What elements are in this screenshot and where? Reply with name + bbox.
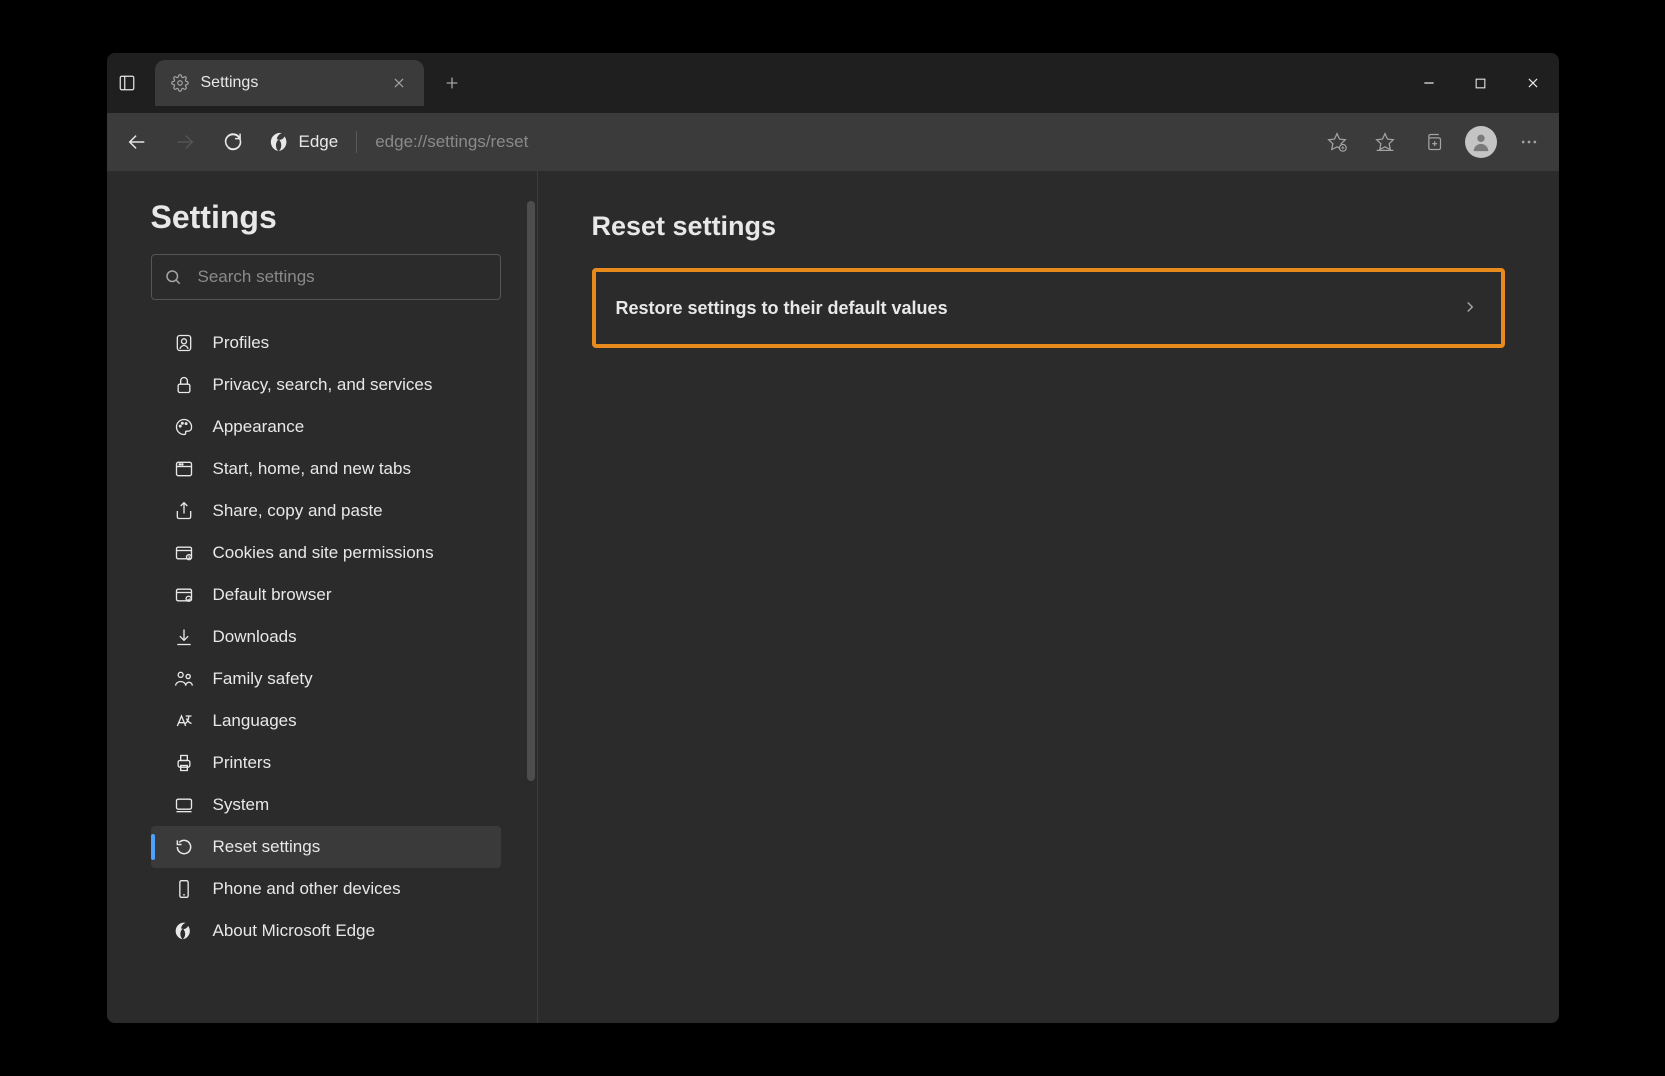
sidebar-item-label: Appearance — [213, 417, 305, 437]
sidebar-item-languages[interactable]: Languages — [151, 700, 501, 742]
chevron-right-icon — [1461, 298, 1481, 318]
tab-actions-menu-button[interactable] — [107, 63, 147, 103]
reset-icon — [173, 836, 195, 858]
refresh-button[interactable] — [211, 120, 255, 164]
search-icon — [164, 268, 182, 286]
sidebar-item-family-safety[interactable]: Family safety — [151, 658, 501, 700]
new-tab-button[interactable] — [432, 60, 472, 106]
window-minimize-button[interactable] — [1403, 63, 1455, 103]
sidebar-item-label: Start, home, and new tabs — [213, 459, 411, 479]
search-settings-input[interactable] — [196, 266, 488, 288]
settings-heading: Settings — [151, 199, 501, 236]
site-identity-label: Edge — [299, 132, 339, 152]
restore-settings-row[interactable]: Restore settings to their default values — [592, 268, 1505, 348]
sidebar-item-reset-settings[interactable]: Reset settings — [151, 826, 501, 868]
settings-main-panel: Reset settings Restore settings to their… — [538, 171, 1559, 1023]
sidebar-item-label: System — [213, 795, 270, 815]
edge-about-icon — [173, 920, 195, 942]
favorites-button[interactable] — [1363, 120, 1407, 164]
sidebar-item-share-copy-and-paste[interactable]: Share, copy and paste — [151, 490, 501, 532]
add-favorite-button[interactable] — [1315, 120, 1359, 164]
window-maximize-button[interactable] — [1455, 63, 1507, 103]
sidebar-item-system[interactable]: System — [151, 784, 501, 826]
address-bar[interactable]: Edge edge://settings/reset — [269, 122, 1301, 162]
address-url: edge://settings/reset — [375, 132, 528, 152]
sidebar-item-default-browser[interactable]: Default browser — [151, 574, 501, 616]
tab-close-button[interactable] — [390, 74, 408, 92]
more-menu-button[interactable] — [1507, 120, 1551, 164]
profile-button[interactable] — [1459, 120, 1503, 164]
sidebar-item-label: About Microsoft Edge — [213, 921, 376, 941]
address-separator — [356, 131, 357, 153]
back-button[interactable] — [115, 120, 159, 164]
sidebar-item-label: Printers — [213, 753, 272, 773]
sidebar-item-label: Reset settings — [213, 837, 321, 857]
titlebar: Settings — [107, 53, 1559, 113]
sidebar-item-appearance[interactable]: Appearance — [151, 406, 501, 448]
search-settings-field[interactable] — [151, 254, 501, 300]
printer-icon — [173, 752, 195, 774]
edge-logo-icon — [269, 131, 291, 153]
sidebar-item-label: Profiles — [213, 333, 270, 353]
settings-nav: Profiles Privacy, search, and services App… — [151, 322, 501, 952]
layout-icon — [173, 458, 195, 480]
sidebar-item-cookies-and-site-permissions[interactable]: Cookies and site permissions — [151, 532, 501, 574]
sidebar-item-label: Share, copy and paste — [213, 501, 383, 521]
sidebar-item-label: Languages — [213, 711, 297, 731]
tab-title: Settings — [201, 74, 259, 92]
share-icon — [173, 500, 195, 522]
sidebar-item-label: Cookies and site permissions — [213, 543, 434, 563]
scrollbar-thumb[interactable] — [527, 201, 535, 781]
sidebar-item-downloads[interactable]: Downloads — [151, 616, 501, 658]
sidebar-item-profiles[interactable]: Profiles — [151, 322, 501, 364]
system-icon — [173, 794, 195, 816]
sidebar-item-privacy-search-and-services[interactable]: Privacy, search, and services — [151, 364, 501, 406]
browser-tab[interactable]: Settings — [155, 60, 425, 106]
sidebar-item-start-home-and-new-tabs[interactable]: Start, home, and new tabs — [151, 448, 501, 490]
settings-sidebar: Settings Profiles Privacy, search, and se… — [107, 171, 537, 1023]
sidebar-item-about-microsoft-edge[interactable]: About Microsoft Edge — [151, 910, 501, 952]
phone-icon — [173, 878, 195, 900]
sidebar-scrollbar[interactable] — [523, 181, 537, 1013]
sidebar-item-printers[interactable]: Printers — [151, 742, 501, 784]
browser-icon — [173, 584, 195, 606]
download-icon — [173, 626, 195, 648]
sidebar-item-label: Family safety — [213, 669, 313, 689]
lock-icon — [173, 374, 195, 396]
sidebar-item-label: Default browser — [213, 585, 332, 605]
sidebar-item-label: Phone and other devices — [213, 879, 401, 899]
restore-settings-label: Restore settings to their default values — [616, 298, 948, 319]
sidebar-item-phone-and-other-devices[interactable]: Phone and other devices — [151, 868, 501, 910]
language-icon — [173, 710, 195, 732]
collections-button[interactable] — [1411, 120, 1455, 164]
profile-icon — [173, 332, 195, 354]
toolbar: Edge edge://settings/reset — [107, 113, 1559, 171]
forward-button[interactable] — [163, 120, 207, 164]
sidebar-item-label: Downloads — [213, 627, 297, 647]
palette-icon — [173, 416, 195, 438]
cookie-icon — [173, 542, 195, 564]
gear-icon — [171, 74, 189, 92]
family-icon — [173, 668, 195, 690]
section-heading: Reset settings — [592, 211, 1505, 242]
sidebar-item-label: Privacy, search, and services — [213, 375, 433, 395]
avatar-icon — [1465, 126, 1497, 158]
window-close-button[interactable] — [1507, 63, 1559, 103]
